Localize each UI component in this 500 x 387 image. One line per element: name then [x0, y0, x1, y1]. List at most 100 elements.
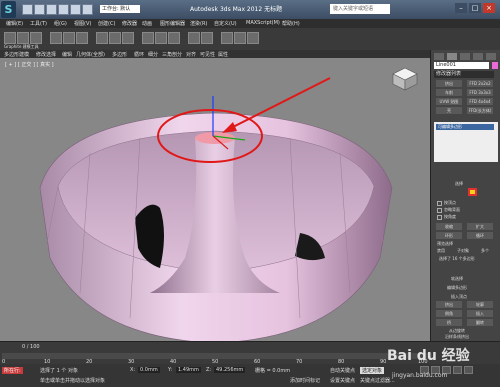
shrink-button[interactable]: 收缩: [436, 223, 462, 230]
bridge-button[interactable]: 桥: [436, 319, 462, 326]
insert-vertex-button[interactable]: 插入顶点: [451, 294, 467, 300]
modify-tab-icon[interactable]: [447, 53, 457, 60]
mod-lathe-button[interactable]: 车削: [436, 89, 462, 96]
extrude-button[interactable]: 挤出: [436, 301, 462, 308]
modifier-stack[interactable]: 可编辑多边形: [434, 122, 498, 162]
grow-button[interactable]: 扩大: [467, 223, 493, 230]
polygon-subobject-icon[interactable]: [468, 188, 477, 196]
display-tab-icon[interactable]: [486, 53, 496, 60]
rotate-icon[interactable]: [109, 32, 121, 44]
ribbon-geometry[interactable]: 几何体(全部): [76, 51, 105, 58]
y-coordinate[interactable]: 1.49mm: [176, 367, 201, 373]
mod-ffd3-button[interactable]: FFD 3x3x3: [467, 89, 493, 96]
menu-edit[interactable]: 编辑(E): [6, 20, 23, 27]
menu-create[interactable]: 创建(C): [98, 20, 115, 27]
snap-icon[interactable]: [142, 32, 154, 44]
preview-subobj-option[interactable]: 子对象: [457, 248, 469, 254]
unlink-icon[interactable]: [30, 32, 42, 44]
minimize-button[interactable]: –: [455, 3, 467, 13]
rect-select-icon[interactable]: [76, 32, 88, 44]
ribbon-subdivision[interactable]: 细分: [148, 51, 158, 58]
by-vertex-option[interactable]: 按顶点: [437, 200, 456, 206]
x-coordinate[interactable]: 0.0mm: [138, 367, 160, 373]
menu-animation[interactable]: 动画: [142, 20, 152, 27]
menu-graph-editors[interactable]: 图形编辑器: [160, 20, 185, 27]
ribbon-triangulation[interactable]: 三角剖分: [162, 51, 182, 58]
material-editor-icon[interactable]: [221, 32, 233, 44]
key-filters-button[interactable]: 关键点过滤器...: [360, 377, 395, 384]
extrude-spline-button[interactable]: 沿样条线挤出: [445, 334, 469, 340]
hierarchy-tab-icon[interactable]: [460, 53, 470, 60]
percent-snap-icon[interactable]: [168, 32, 180, 44]
perspective-viewport[interactable]: [ + ] [ 正交 ] [ 真实 ]: [0, 58, 430, 341]
save-file-icon[interactable]: [46, 4, 57, 15]
menu-help[interactable]: 帮助(H): [282, 20, 300, 27]
help-search-input[interactable]: 键入关键字或短语: [330, 4, 390, 14]
link-icon[interactable]: [17, 32, 29, 44]
ignore-backface-option[interactable]: 忽略背面: [437, 207, 460, 213]
menu-tools[interactable]: 工具(T): [30, 20, 47, 27]
goto-end-icon[interactable]: [464, 366, 473, 374]
object-color-swatch[interactable]: [492, 62, 498, 69]
open-file-icon[interactable]: [34, 4, 45, 15]
redo-icon[interactable]: [70, 4, 81, 15]
ribbon-loops[interactable]: 循环: [134, 51, 144, 58]
stack-item-editable-poly[interactable]: 可编辑多边形: [436, 124, 494, 130]
move-icon[interactable]: [96, 32, 108, 44]
menu-rendering[interactable]: 渲染(R): [190, 20, 207, 27]
select-object-icon[interactable]: [50, 32, 62, 44]
object-name-field[interactable]: Line001: [434, 62, 489, 69]
ribbon-visibility[interactable]: 可见性: [200, 51, 215, 58]
ribbon-properties[interactable]: 属性: [218, 51, 228, 58]
auto-key-button[interactable]: 自动关键点: [330, 367, 355, 374]
new-file-icon[interactable]: [22, 4, 33, 15]
close-button[interactable]: ×: [483, 3, 495, 13]
mod-uvw-button[interactable]: UVW 贴图: [436, 98, 462, 105]
ribbon-align[interactable]: 对齐: [186, 51, 196, 58]
align-icon[interactable]: [201, 32, 213, 44]
ribbon-polygons[interactable]: 多边形: [112, 51, 127, 58]
ribbon-modify-sel[interactable]: 修改选择: [36, 51, 56, 58]
add-time-tag[interactable]: 添加时间标记: [290, 377, 320, 384]
project-folder-icon[interactable]: [82, 4, 93, 15]
mod-ffdbox-button[interactable]: FFD(长方体): [467, 107, 493, 114]
loop-button[interactable]: 循环: [467, 232, 493, 239]
mod-extrude-button[interactable]: 挤出: [436, 80, 462, 87]
menu-maxscript[interactable]: MAXScript(M): [246, 20, 280, 26]
select-by-name-icon[interactable]: [63, 32, 75, 44]
undo-icon[interactable]: [58, 4, 69, 15]
mod-ffd4-button[interactable]: FFD 4x4x4: [467, 98, 493, 105]
mod-shell-button[interactable]: 壳: [436, 107, 462, 114]
scale-icon[interactable]: [122, 32, 134, 44]
next-frame-icon[interactable]: [453, 366, 462, 374]
motion-tab-icon[interactable]: [473, 53, 483, 60]
ribbon-edit[interactable]: 编辑: [62, 51, 72, 58]
set-key-button[interactable]: 设置关键点: [330, 377, 355, 384]
menu-modifiers[interactable]: 修改器: [122, 20, 137, 27]
preview-multi-option[interactable]: 多个: [481, 248, 489, 254]
bevel-button[interactable]: 倒角: [436, 310, 462, 317]
angle-snap-icon[interactable]: [155, 32, 167, 44]
undo-tool-icon[interactable]: [4, 32, 16, 44]
render-setup-icon[interactable]: [234, 32, 246, 44]
inset-button[interactable]: 插入: [467, 310, 493, 317]
menu-group[interactable]: 组(G): [54, 20, 67, 27]
ring-button[interactable]: 环形: [436, 232, 462, 239]
create-tab-icon[interactable]: [434, 53, 444, 60]
menu-views[interactable]: 视图(V): [74, 20, 91, 27]
outline-button[interactable]: 轮廓: [467, 301, 493, 308]
modifier-list-dropdown[interactable]: 修改器列表: [434, 71, 494, 78]
selection-rollout-title[interactable]: 选择: [455, 181, 463, 187]
workspace-select[interactable]: 工作台: 默认: [100, 5, 140, 13]
edit-polygons-rollout[interactable]: 编辑多边形: [447, 285, 467, 291]
time-slider-frame[interactable]: 0 / 100: [22, 344, 40, 350]
render-icon[interactable]: [247, 32, 259, 44]
maxscript-listener[interactable]: 所在行:: [2, 367, 23, 374]
mirror-icon[interactable]: [188, 32, 200, 44]
flip-button[interactable]: 翻转: [467, 319, 493, 326]
maximize-button[interactable]: □: [469, 3, 481, 13]
soft-selection-rollout[interactable]: 软选择: [451, 276, 463, 282]
mod-ffd2-button[interactable]: FFD 2x2x2: [467, 80, 493, 87]
preview-disabled-option[interactable]: 禁用: [437, 248, 445, 254]
z-coordinate[interactable]: 49.256mm: [214, 367, 246, 373]
